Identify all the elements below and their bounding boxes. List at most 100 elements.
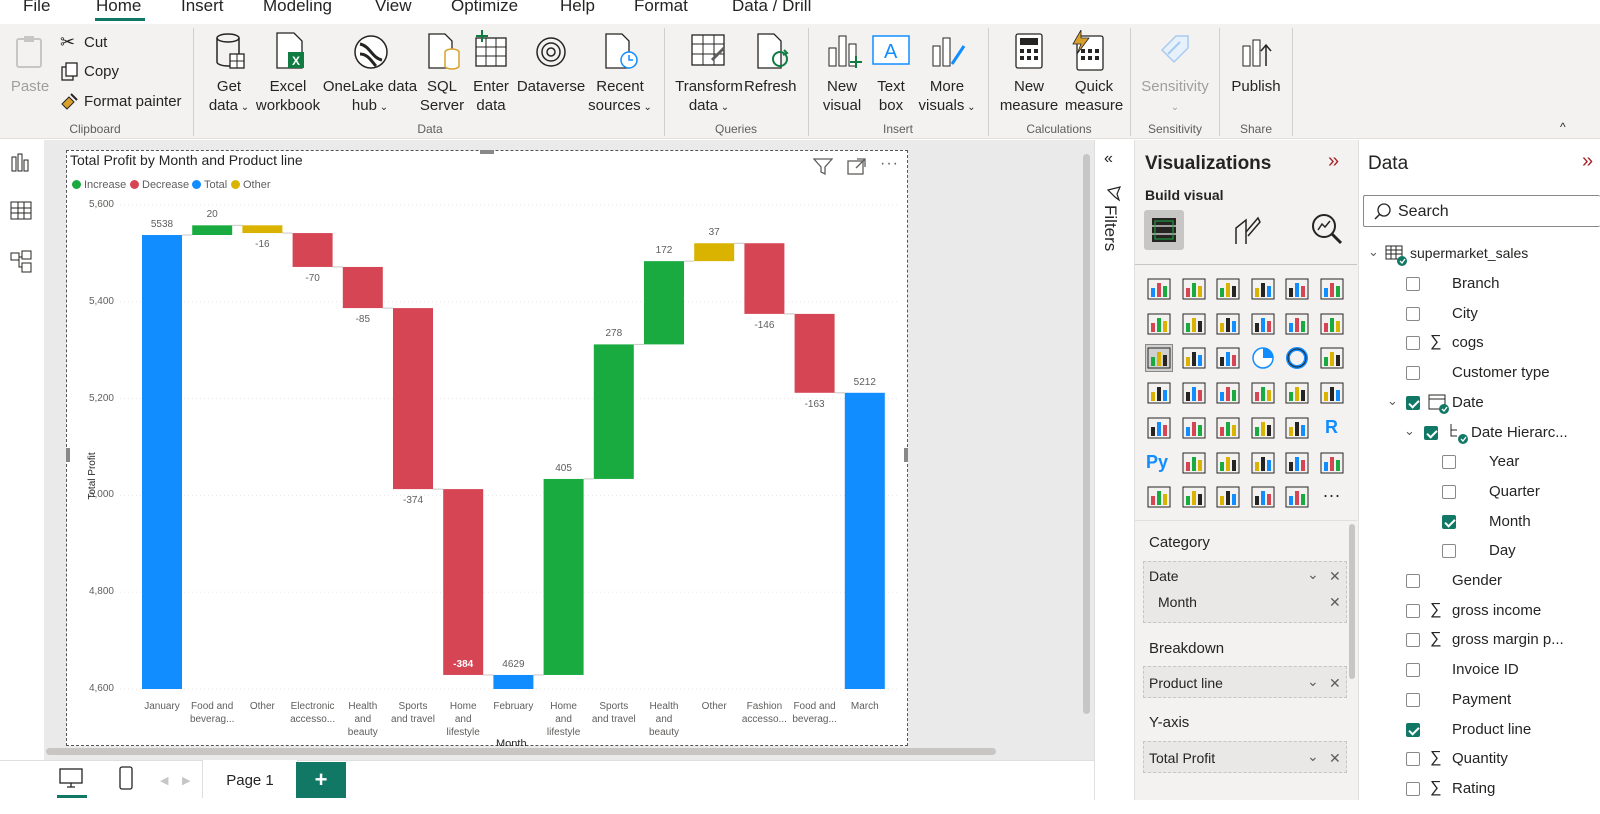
- field-name[interactable]: Customer type: [1452, 364, 1550, 381]
- key-influencers-icon[interactable]: [1181, 450, 1207, 476]
- text-box-button[interactable]: Text box: [868, 77, 914, 115]
- chevron-down-icon[interactable]: ⌄: [1404, 423, 1415, 439]
- filter-icon[interactable]: [812, 158, 834, 181]
- slicer-icon[interactable]: [1215, 415, 1241, 441]
- gauge-icon[interactable]: [1284, 380, 1310, 406]
- menu-tab-help[interactable]: Help: [560, 0, 595, 16]
- field-name[interactable]: Rating: [1452, 780, 1495, 797]
- breakdown-field[interactable]: Product line: [1149, 675, 1223, 691]
- menu-tab-home[interactable]: Home: [96, 0, 141, 16]
- clustered-bar-icon[interactable]: [1215, 276, 1241, 302]
- data-search-input[interactable]: Search: [1363, 195, 1600, 227]
- more-visuals-button[interactable]: More visuals ⌄: [914, 77, 980, 117]
- line-clustered-column-icon[interactable]: [1250, 311, 1276, 337]
- menu-tab-format[interactable]: Format: [634, 0, 688, 16]
- decomposition-tree-icon[interactable]: [1215, 450, 1241, 476]
- qa-icon[interactable]: [1250, 450, 1276, 476]
- chevron-down-icon[interactable]: ⌄: [1368, 244, 1379, 260]
- format-painter-button[interactable]: Format painter: [84, 93, 182, 110]
- field-name[interactable]: Product line: [1452, 721, 1531, 738]
- field-name[interactable]: Month: [1489, 513, 1531, 530]
- menu-tab-data-drill[interactable]: Data / Drill: [732, 0, 811, 16]
- stacked-column-icon[interactable]: [1181, 276, 1207, 302]
- category-field-date[interactable]: Date: [1149, 568, 1179, 584]
- vertical-scrollbar[interactable]: [1083, 154, 1090, 714]
- menu-tab-file[interactable]: File: [23, 0, 50, 16]
- field-name[interactable]: gross income: [1452, 602, 1541, 619]
- remove-field-icon[interactable]: ✕: [1329, 675, 1341, 692]
- page-tab-1[interactable]: Page 1: [202, 760, 298, 798]
- field-name[interactable]: Date Hierarc...: [1471, 424, 1568, 441]
- field-name[interactable]: Year: [1489, 453, 1519, 470]
- dataverse-button[interactable]: Dataverse: [514, 77, 588, 96]
- python-visual-icon[interactable]: Py: [1146, 450, 1172, 476]
- ribbon-icon[interactable]: [1319, 311, 1345, 337]
- field-checkbox[interactable]: [1442, 514, 1456, 529]
- add-page-button[interactable]: +: [296, 762, 346, 798]
- 100-stacked-column-icon[interactable]: [1319, 276, 1345, 302]
- remove-field-icon[interactable]: ✕: [1329, 594, 1341, 611]
- remove-field-icon[interactable]: ✕: [1329, 750, 1341, 767]
- chevron-down-icon[interactable]: ⌄: [1307, 566, 1319, 583]
- field-name[interactable]: Quarter: [1489, 483, 1540, 500]
- field-name[interactable]: cogs: [1452, 334, 1484, 351]
- visualizations-scrollbar[interactable]: [1349, 524, 1355, 679]
- visual-x-icon[interactable]: [1284, 484, 1310, 510]
- more-options-icon[interactable]: ···: [880, 155, 899, 173]
- line-stacked-column-icon[interactable]: [1284, 311, 1310, 337]
- donut-icon[interactable]: [1284, 345, 1310, 371]
- table-name[interactable]: supermarket_sales: [1410, 245, 1528, 261]
- legend-decrease[interactable]: Decrease: [130, 179, 189, 191]
- field-name[interactable]: Quantity: [1452, 750, 1508, 767]
- field-checkbox[interactable]: [1406, 633, 1420, 648]
- field-checkbox[interactable]: [1406, 692, 1420, 707]
- field-name[interactable]: Payment: [1452, 691, 1511, 708]
- map-icon[interactable]: [1146, 380, 1172, 406]
- field-name[interactable]: Date: [1452, 394, 1484, 411]
- field-checkbox[interactable]: [1406, 336, 1420, 351]
- menu-tab-insert[interactable]: Insert: [181, 0, 224, 16]
- focus-mode-icon[interactable]: [847, 158, 867, 181]
- field-checkbox[interactable]: [1406, 752, 1420, 767]
- resize-handle-left[interactable]: [66, 448, 70, 462]
- 100-stacked-bar-icon[interactable]: [1284, 276, 1310, 302]
- field-name[interactable]: Branch: [1452, 275, 1500, 292]
- y-axis-field[interactable]: Total Profit: [1149, 750, 1215, 766]
- field-checkbox[interactable]: [1406, 277, 1420, 291]
- goals-icon[interactable]: [1319, 450, 1345, 476]
- remove-field-icon[interactable]: ✕: [1329, 568, 1341, 585]
- waterfall-visual[interactable]: [66, 150, 908, 746]
- power-automate-icon[interactable]: [1215, 484, 1241, 510]
- onelake-data-hub-button[interactable]: OneLake data hub ⌄: [322, 77, 418, 117]
- resize-handle-top[interactable]: [480, 150, 494, 154]
- stacked-bar-icon[interactable]: [1146, 276, 1172, 302]
- scatter-icon[interactable]: [1215, 345, 1241, 371]
- clustered-column-icon[interactable]: [1250, 276, 1276, 302]
- smart-narrative-icon[interactable]: [1284, 450, 1310, 476]
- treemap-icon[interactable]: [1319, 345, 1345, 371]
- r-visual-icon[interactable]: R: [1319, 415, 1345, 441]
- field-checkbox[interactable]: [1406, 395, 1420, 410]
- filters-label[interactable]: Filters: [1100, 205, 1120, 251]
- field-checkbox[interactable]: [1442, 455, 1456, 470]
- menu-tab-modeling[interactable]: Modeling: [263, 0, 332, 16]
- analytics-icon[interactable]: [1310, 212, 1344, 251]
- field-name[interactable]: Gender: [1452, 572, 1502, 589]
- page-next-icon[interactable]: ▶: [182, 774, 190, 787]
- paginated-report-icon[interactable]: [1146, 484, 1172, 510]
- sensitivity-button[interactable]: Sensitivity ⌄: [1136, 77, 1214, 117]
- azure-map-icon[interactable]: [1250, 380, 1276, 406]
- field-name[interactable]: Invoice ID: [1452, 661, 1519, 678]
- shape-map-icon[interactable]: [1215, 380, 1241, 406]
- field-checkbox[interactable]: [1442, 484, 1456, 499]
- more-icon[interactable]: ···: [1319, 484, 1345, 510]
- excel-workbook-button[interactable]: Excel workbook: [252, 77, 324, 115]
- field-checkbox[interactable]: [1406, 781, 1420, 796]
- publish-button[interactable]: Publish: [1226, 77, 1286, 96]
- collapse-data-icon[interactable]: »: [1582, 150, 1600, 173]
- legend-other[interactable]: Other: [231, 179, 271, 191]
- field-checkbox[interactable]: [1406, 306, 1420, 321]
- card-icon[interactable]: [1319, 380, 1345, 406]
- chevron-down-icon[interactable]: ⌄: [1307, 673, 1319, 690]
- field-checkbox[interactable]: [1424, 425, 1438, 440]
